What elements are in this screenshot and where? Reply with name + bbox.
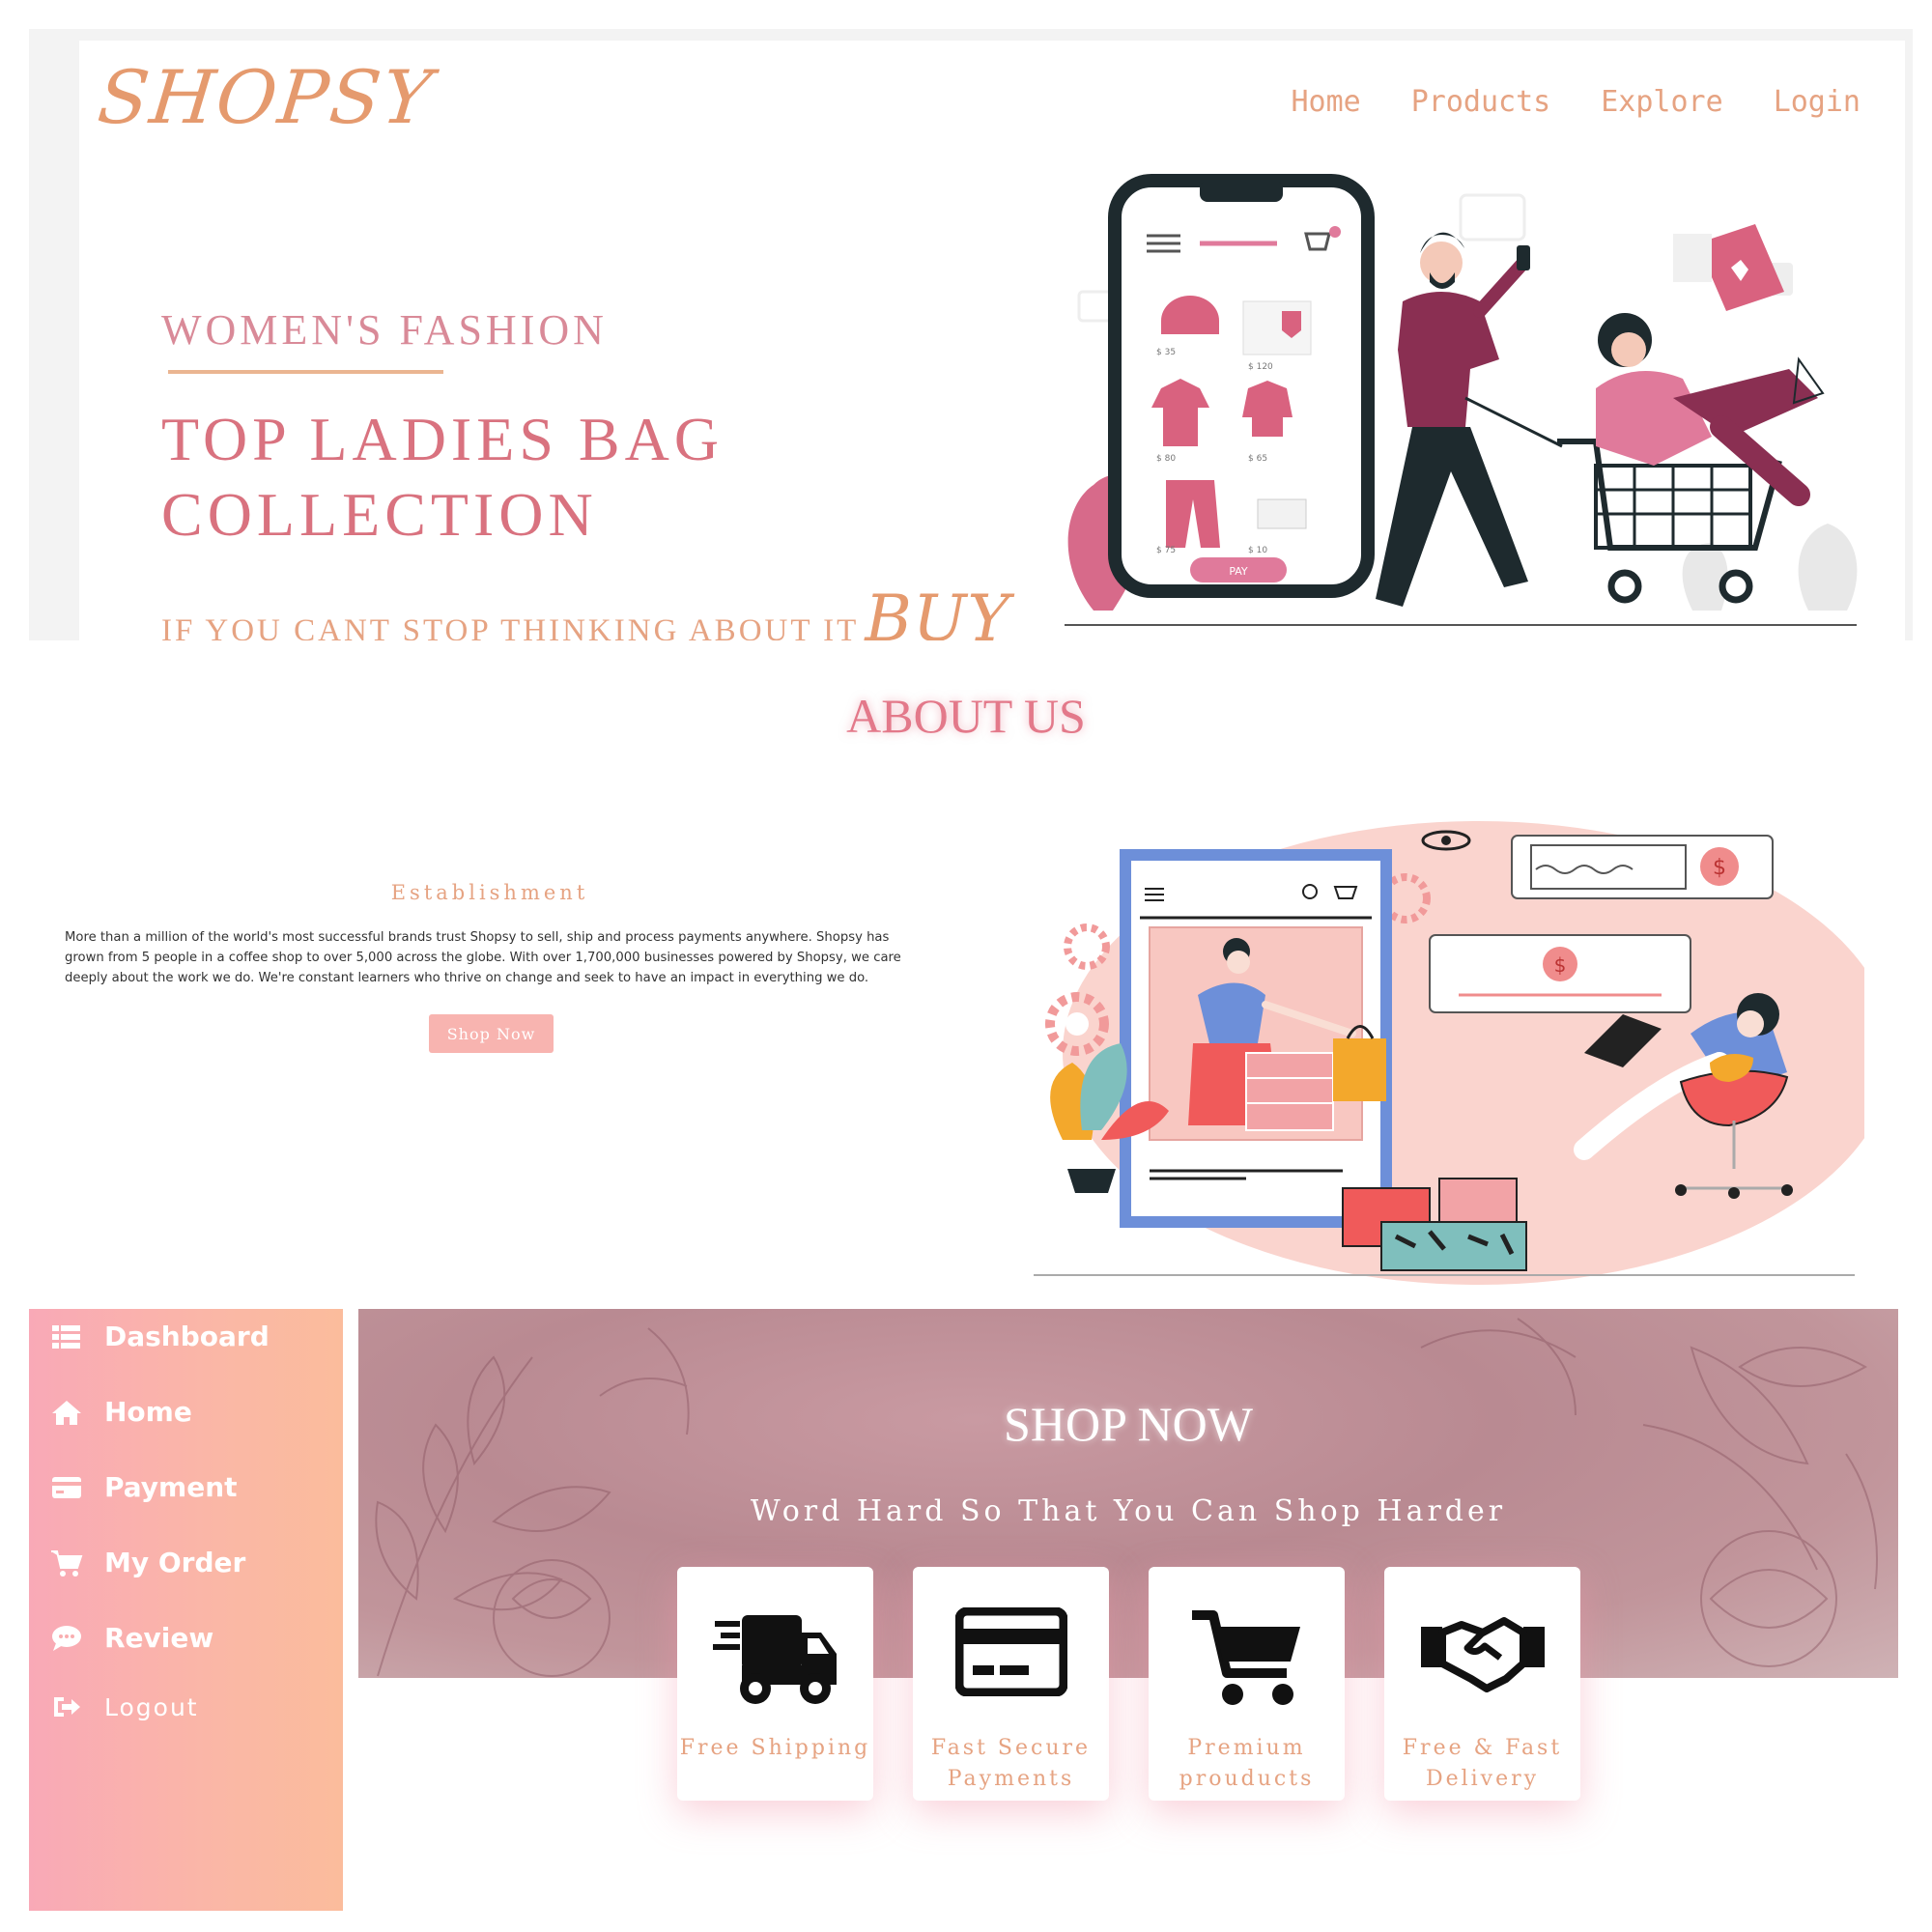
feature-label-line2: Payments <box>947 1767 1075 1791</box>
list-icon <box>52 1324 80 1349</box>
hero-title-line1: TOP LADIES BAG <box>161 405 724 473</box>
hero-tagline-buy: BUY <box>865 582 1011 640</box>
pay-button-label: PAY <box>1229 565 1248 578</box>
feature-label-line1: Premium <box>1187 1736 1306 1760</box>
feature-card-premium-products[interactable]: Premium prouducts <box>1149 1567 1345 1801</box>
feature-label-line2: prouducts <box>1179 1767 1315 1791</box>
hero-divider <box>168 370 443 374</box>
feature-card-free-shipping[interactable]: Free Shipping <box>677 1567 873 1801</box>
feature-card-secure-payments[interactable]: Fast Secure Payments <box>913 1567 1109 1801</box>
nav-home[interactable]: Home <box>1292 85 1361 119</box>
price-label: $ 65 <box>1248 454 1267 464</box>
shop-now-button[interactable]: Shop Now <box>429 1014 554 1053</box>
home-icon <box>52 1400 81 1425</box>
hero-title-line2: COLLECTION <box>161 480 598 549</box>
sidebar-item-label: Dashboard <box>104 1321 270 1352</box>
price-label: $ 80 <box>1156 454 1176 464</box>
feature-label: Free & Fast Delivery <box>1384 1733 1580 1795</box>
handshake-icon <box>1420 1617 1545 1692</box>
online-shopping-illustration: $ $ <box>1034 821 1864 1285</box>
sign-out-icon <box>54 1697 80 1717</box>
nav-explore[interactable]: Explore <box>1601 85 1722 119</box>
feature-label-line2: Delivery <box>1425 1767 1540 1791</box>
feature-card-fast-delivery[interactable]: Free & Fast Delivery <box>1384 1567 1580 1801</box>
cart-icon <box>1191 1610 1300 1705</box>
price-label: $ 35 <box>1156 348 1176 357</box>
comment-icon <box>52 1625 81 1651</box>
nav-products[interactable]: Products <box>1411 85 1551 119</box>
about-text: More than a million of the world's most … <box>65 930 901 985</box>
price-label: $ 120 <box>1248 362 1273 372</box>
sidebar-item-review[interactable]: Review <box>50 1622 213 1654</box>
shop-now-banner: SHOP NOW Word Hard So That You Can Shop … <box>358 1309 1898 1678</box>
hero-tagline-text: IF YOU CANT STOP THINKING ABOUT IT <box>161 613 860 640</box>
sidebar-item-my-order[interactable]: My Order <box>50 1547 245 1578</box>
feature-label-line1: Free Shipping <box>679 1736 871 1760</box>
credit-card-icon <box>52 1476 81 1498</box>
hero-tagline: IF YOU CANT STOP THINKING ABOUT ITBUY <box>161 582 1010 640</box>
sidebar: Dashboard Home Payment My Order Review L… <box>29 1309 343 1911</box>
sidebar-item-label: Payment <box>104 1471 238 1503</box>
feature-label-line1: Free & Fast <box>1402 1736 1563 1760</box>
about-heading: Establishment <box>390 881 589 904</box>
logo[interactable]: SHOPSY <box>94 54 437 140</box>
hero-title: TOP LADIES BAG COLLECTION <box>161 402 724 553</box>
hero-shopping-illustration: $ 35 $ 120 $ 80 $ 65 $ 75 $ 10 PAY <box>1065 174 1858 626</box>
sidebar-item-logout[interactable]: Logout <box>50 1692 199 1721</box>
main-nav: Home Products Explore Login <box>1292 85 1861 119</box>
svg-text:$: $ <box>1713 856 1726 880</box>
price-label: $ 75 <box>1156 546 1176 555</box>
cart-icon <box>51 1549 83 1577</box>
feature-label: Fast Secure Payments <box>913 1733 1109 1795</box>
hero-subtitle: WOMEN'S FASHION <box>161 306 608 354</box>
credit-card-icon <box>954 1607 1067 1696</box>
floral-background <box>375 1318 1878 1677</box>
sidebar-item-home[interactable]: Home <box>50 1396 192 1428</box>
nav-login[interactable]: Login <box>1774 85 1861 119</box>
sidebar-item-label: My Order <box>104 1547 246 1578</box>
sidebar-item-dashboard[interactable]: Dashboard <box>50 1321 270 1352</box>
price-label: $ 10 <box>1248 546 1267 555</box>
sidebar-item-label: Review <box>104 1622 214 1654</box>
feature-label: Premium prouducts <box>1149 1733 1345 1795</box>
sidebar-item-label: Logout <box>104 1692 199 1721</box>
hero-section: SHOPSY Home Products Explore Login WOMEN… <box>79 41 1905 640</box>
feature-label-line1: Fast Secure <box>930 1736 1092 1760</box>
sidebar-item-payment[interactable]: Payment <box>50 1471 238 1503</box>
feature-label: Free Shipping <box>677 1733 873 1764</box>
about-title: ABOUT US <box>846 689 1086 743</box>
sidebar-item-label: Home <box>104 1396 192 1428</box>
truck-icon <box>712 1615 837 1704</box>
shop-now-subtitle: Word Hard So That You Can Shop Harder <box>750 1494 1507 1528</box>
shop-now-title: SHOP NOW <box>1004 1397 1253 1451</box>
svg-text:$: $ <box>1554 953 1567 977</box>
